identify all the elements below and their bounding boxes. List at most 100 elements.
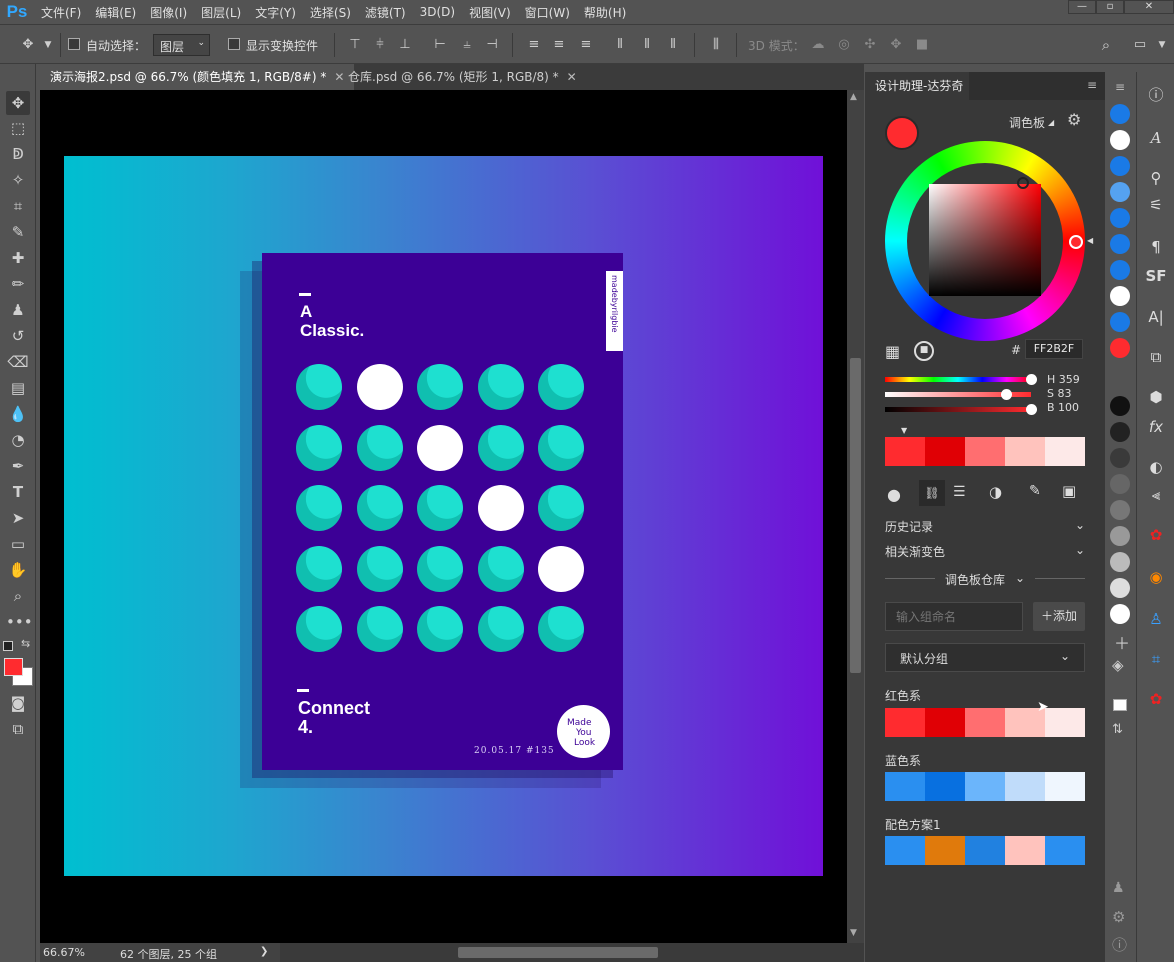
strip-swatch[interactable]: [1110, 130, 1130, 150]
color-swatch[interactable]: [965, 836, 1005, 865]
strip-swatch[interactable]: [1110, 234, 1130, 254]
panel-title[interactable]: 设计助理-达芬奇: [865, 72, 969, 100]
distribute-bottom-icon[interactable]: ≡: [576, 35, 596, 55]
menu-image[interactable]: 图像(I): [143, 4, 194, 21]
align-bottom-icon[interactable]: ⊥: [395, 35, 415, 55]
brush-tool-icon[interactable]: ✏: [6, 272, 30, 296]
scroll-down-icon[interactable]: ▼: [850, 928, 857, 938]
hue-picker-handle[interactable]: [1069, 235, 1083, 249]
more-tools-icon[interactable]: •••: [6, 610, 33, 634]
3d-camera-icon[interactable]: ■: [912, 35, 932, 55]
channel-icon[interactable]: ⫷: [1145, 484, 1167, 506]
healing-brush-icon[interactable]: ✚: [6, 246, 30, 270]
scheme1-group-swatches[interactable]: [885, 836, 1085, 865]
menu-layer[interactable]: 图层(L): [194, 4, 248, 21]
link-icon[interactable]: ⛓: [919, 480, 945, 506]
clone-icon[interactable]: ⧉: [1145, 346, 1167, 368]
screen-mode-icon[interactable]: ⧉: [6, 717, 30, 741]
swap-icon[interactable]: ⇅: [1112, 722, 1123, 737]
strip-swatch[interactable]: [1110, 286, 1130, 306]
minimize-button[interactable]: —: [1068, 0, 1096, 14]
color-swatch[interactable]: [965, 437, 1005, 466]
sf-icon[interactable]: SF: [1145, 265, 1167, 287]
menu-help[interactable]: 帮助(H): [577, 4, 633, 21]
plugin-swirl-icon[interactable]: ◉: [1145, 566, 1167, 588]
path-select-icon[interactable]: ➤: [6, 506, 30, 530]
fx-icon[interactable]: fx: [1145, 416, 1167, 438]
quick-mask-icon[interactable]: ◙: [6, 691, 30, 715]
chevron-down-icon[interactable]: ▼: [38, 35, 58, 55]
distribute-hcenter-icon[interactable]: ⦀: [637, 35, 657, 55]
artboard[interactable]: A Classic. madebyrilgbie Connect 4. 20.0…: [64, 156, 823, 876]
gear-icon[interactable]: ⚙: [1112, 908, 1125, 926]
distribute-top-icon[interactable]: ≡: [524, 35, 544, 55]
hand-tool-icon[interactable]: ✋: [6, 558, 30, 582]
contrast-icon[interactable]: ◑: [989, 483, 1002, 501]
hue-slider-handle[interactable]: [1025, 374, 1037, 385]
strip-swatch[interactable]: [1110, 500, 1130, 520]
chevron-down-icon[interactable]: ⌄: [1015, 571, 1025, 585]
cube-icon[interactable]: ⬢: [1145, 386, 1167, 408]
strip-swatch[interactable]: [1110, 448, 1130, 468]
color-swatch[interactable]: [925, 836, 965, 865]
adjustment-icon[interactable]: ◐: [1145, 456, 1167, 478]
gradient-section[interactable]: 相关渐变色: [885, 543, 945, 560]
color-swatch[interactable]: [965, 708, 1005, 737]
color-swatch[interactable]: [925, 437, 965, 466]
menu-file[interactable]: 文件(F): [34, 4, 88, 21]
scrollbar-thumb[interactable]: [458, 947, 658, 958]
group-name-input[interactable]: [885, 602, 1023, 631]
color-swatch[interactable]: [1045, 437, 1085, 466]
strip-swatch[interactable]: [1110, 208, 1130, 228]
zoom-level[interactable]: 66.67%: [43, 946, 85, 959]
default-colors-icon[interactable]: [3, 641, 13, 651]
hue-slider[interactable]: [885, 377, 1031, 382]
sliders-icon[interactable]: ☰: [953, 484, 966, 500]
panel-menu-icon[interactable]: ≡: [1115, 80, 1125, 94]
color-swatch[interactable]: [1045, 836, 1085, 865]
auto-select-dropdown[interactable]: 图层 ⌄: [153, 34, 210, 56]
blur-tool-icon[interactable]: 💧: [6, 402, 30, 426]
strip-swatch[interactable]: [1110, 604, 1130, 624]
history-section[interactable]: 历史记录: [885, 518, 933, 535]
h-value[interactable]: 359: [1059, 373, 1080, 386]
menu-select[interactable]: 选择(S): [303, 4, 358, 21]
strip-swatch[interactable]: [1110, 260, 1130, 280]
color-swatch[interactable]: [925, 772, 965, 801]
plus-icon[interactable]: ＋: [1114, 630, 1130, 654]
show-transform-checkbox[interactable]: [228, 38, 240, 50]
3d-slide-icon[interactable]: ✥: [886, 35, 906, 55]
eraser-tool-icon[interactable]: ⌫: [6, 350, 30, 374]
plugin-red-icon[interactable]: ✿: [1145, 524, 1167, 546]
current-color-swatch[interactable]: [885, 116, 919, 150]
strip-swatch[interactable]: [1110, 338, 1130, 358]
history-brush-icon[interactable]: ↺: [6, 324, 30, 348]
swap-colors-icon[interactable]: ⇆: [21, 637, 30, 650]
3d-roll-icon[interactable]: ◎: [834, 35, 854, 55]
rectangle-tool-icon[interactable]: ▭: [6, 532, 30, 556]
gear-icon[interactable]: ⚙: [1067, 110, 1081, 129]
auto-select-checkbox[interactable]: [68, 38, 80, 50]
strip-swatch[interactable]: [1110, 526, 1130, 546]
menu-3d[interactable]: 3D(D): [413, 5, 462, 19]
info-icon[interactable]: ⓘ: [1145, 84, 1167, 106]
crop-tool-icon[interactable]: ⌗: [6, 194, 30, 218]
color-swatch[interactable]: [885, 437, 925, 466]
tab-warehouse[interactable]: 仓库.psd @ 66.7% (矩形 1, RGB/8) * ✕: [338, 64, 587, 90]
close-button[interactable]: ✕: [1124, 0, 1174, 14]
character-icon[interactable]: A: [1145, 127, 1167, 149]
3d-orbit-icon[interactable]: ☁: [808, 35, 828, 55]
menu-window[interactable]: 窗口(W): [518, 4, 577, 21]
blue-group-swatches[interactable]: [885, 772, 1085, 801]
strip-swatch[interactable]: [1110, 474, 1130, 494]
image-icon[interactable]: ▣: [1062, 482, 1076, 500]
plugin-grid-icon[interactable]: ⌗: [1145, 648, 1167, 670]
distribute-right-icon[interactable]: ⦀: [663, 35, 683, 55]
hex-input[interactable]: FF2B2F: [1025, 339, 1083, 359]
document-canvas[interactable]: A Classic. madebyrilgbie Connect 4. 20.0…: [40, 90, 847, 943]
strip-swatch[interactable]: [1110, 396, 1130, 416]
align-hcenter-icon[interactable]: ⫨: [457, 35, 477, 55]
poster[interactable]: A Classic. madebyrilgbie Connect 4. 20.0…: [262, 253, 623, 770]
menu-edit[interactable]: 编辑(E): [88, 4, 143, 21]
menu-view[interactable]: 视图(V): [462, 4, 518, 21]
